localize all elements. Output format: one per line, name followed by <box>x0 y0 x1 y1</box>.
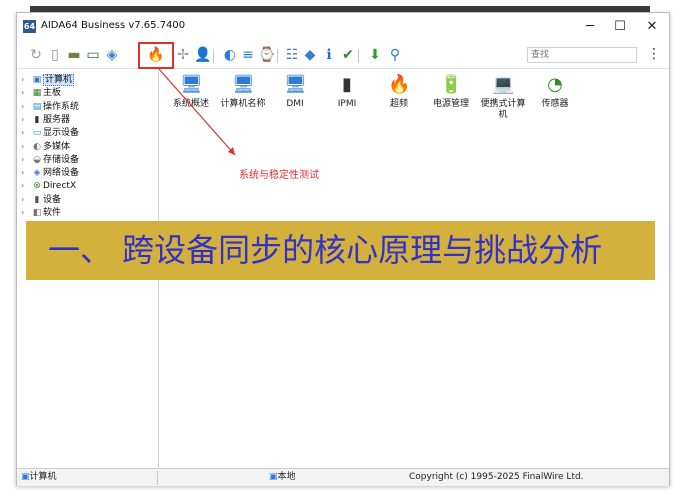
local-icon: ▣ <box>269 472 278 482</box>
computer-small-icon: ▣ <box>21 472 30 482</box>
status-computer: ▣计算机 <box>21 472 57 482</box>
banner-text: 一、 跨设备同步的核心原理与挑战分析 <box>48 231 603 269</box>
status-bar: ▣计算机 ▣本地 Copyright (c) 1995-2025 FinalWi… <box>17 468 669 486</box>
status-location: ▣本地 <box>269 472 296 482</box>
title-banner: 一、 跨设备同步的核心原理与挑战分析 <box>26 221 655 280</box>
status-divider <box>157 471 158 485</box>
status-copyright: Copyright (c) 1995-2025 FinalWire Ltd. <box>409 472 584 482</box>
